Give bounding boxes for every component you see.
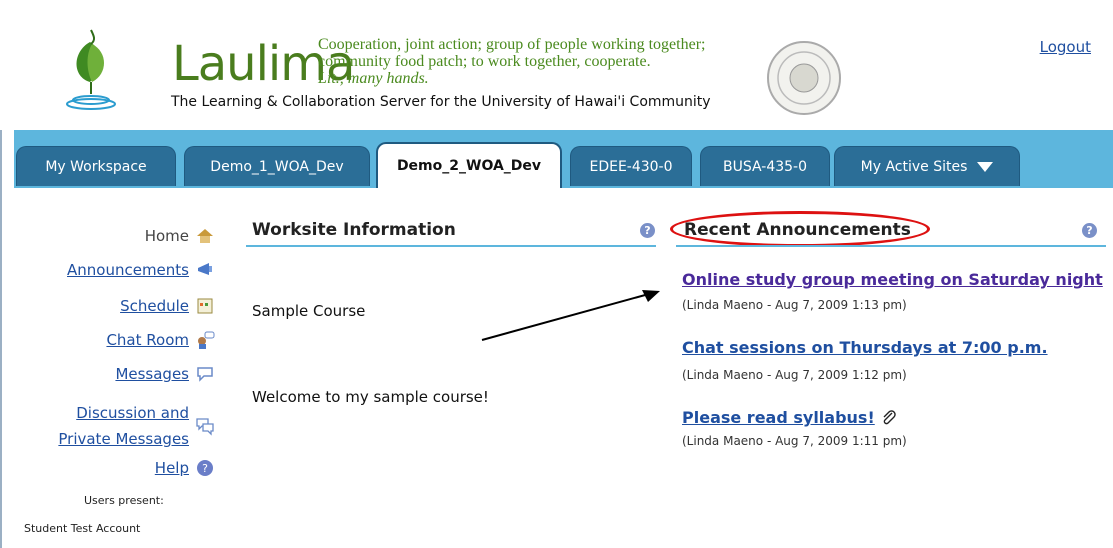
- speech-bubble-icon: [197, 367, 213, 382]
- announcement-link[interactable]: Online study group meeting on Saturday n…: [682, 270, 1103, 289]
- nav-messages-link[interactable]: Messages: [115, 365, 189, 383]
- home-icon: [197, 229, 213, 243]
- paperclip-icon: [883, 409, 896, 424]
- dropdown-caret-icon: [977, 161, 994, 172]
- announcement-meta: (Linda Maeno - Aug 7, 2009 1:13 pm): [682, 298, 907, 312]
- tab-demo-1[interactable]: Demo_1_WOA_Dev: [184, 146, 370, 186]
- tab-label: Demo_2_WOA_Dev: [396, 158, 542, 174]
- nav-announcements[interactable]: Announcements: [0, 260, 215, 280]
- nav-home-label: Home: [144, 227, 189, 245]
- tab-my-active-sites[interactable]: My Active Sites: [834, 146, 1020, 186]
- announcement-link[interactable]: Please read syllabus!: [682, 408, 875, 427]
- site-tab-bar: My Workspace Demo_1_WOA_Dev Demo_2_WOA_D…: [14, 130, 1113, 188]
- tagline-line-1: Cooperation, joint action; group of peop…: [318, 36, 706, 53]
- tagline: Cooperation, joint action; group of peop…: [318, 36, 705, 87]
- nav-discussion-link-line-2[interactable]: Private Messages: [58, 430, 189, 448]
- nav-chat-room-link[interactable]: Chat Room: [106, 331, 189, 349]
- worksite-help-icon[interactable]: ?: [640, 223, 655, 238]
- announcement-meta: (Linda Maeno - Aug 7, 2009 1:12 pm): [682, 368, 907, 382]
- nav-discussion-link-line-1[interactable]: Discussion and: [76, 404, 189, 422]
- tab-edee-430[interactable]: EDEE-430-0: [570, 146, 692, 186]
- announcement-3-row: Please read syllabus!: [682, 408, 897, 427]
- worksite-course-name: Sample Course: [252, 302, 366, 320]
- chat-user-icon: [198, 331, 215, 349]
- nav-help-link[interactable]: Help: [155, 459, 189, 477]
- discussion-bubbles-icon: [196, 418, 214, 436]
- worksite-info-title: Worksite Information: [252, 220, 456, 240]
- nav-schedule-link[interactable]: Schedule: [120, 297, 189, 315]
- nav-chat-room[interactable]: Chat Room: [0, 330, 215, 350]
- megaphone-icon: [198, 263, 212, 275]
- users-present-name: Student Test Account: [24, 522, 141, 535]
- tagline-line-2: community food patch; to work together, …: [318, 53, 651, 70]
- site-subtitle: The Learning & Collaboration Server for …: [171, 94, 711, 110]
- tagline-line-3: Lit., many hands.: [318, 70, 429, 87]
- laulima-leaf-logo-icon: [66, 29, 116, 110]
- logout-link[interactable]: Logout: [1040, 38, 1091, 56]
- tab-my-workspace[interactable]: My Workspace: [16, 146, 176, 186]
- announcement-meta: (Linda Maeno - Aug 7, 2009 1:11 pm): [682, 434, 907, 448]
- annotation-arrow: [481, 290, 660, 341]
- university-seal-icon: [767, 41, 841, 115]
- tab-label: My Workspace: [45, 158, 147, 175]
- tab-label: EDEE-430-0: [589, 158, 673, 175]
- nav-schedule[interactable]: Schedule: [0, 296, 215, 316]
- nav-announcements-link[interactable]: Announcements: [67, 261, 189, 279]
- calendar-icon: [197, 298, 213, 314]
- announcement-link[interactable]: Chat sessions on Thursdays at 7:00 p.m.: [682, 338, 1048, 357]
- tab-label: Demo_1_WOA_Dev: [210, 158, 344, 175]
- announcements-title-rule: [676, 245, 1106, 247]
- users-present-label: Users present:: [84, 494, 164, 507]
- tab-demo-2[interactable]: Demo_2_WOA_Dev: [376, 142, 562, 188]
- nav-home[interactable]: Home: [0, 226, 215, 246]
- announcements-help-icon[interactable]: ?: [1082, 223, 1097, 238]
- annotation-circle: [670, 211, 930, 247]
- nav-discussion[interactable]: Discussion and Private Messages: [0, 400, 215, 452]
- site-header: Laulima Cooperation, joint action; group…: [0, 0, 1113, 130]
- svg-text:?: ?: [202, 462, 208, 475]
- tab-label: My Active Sites: [860, 158, 968, 175]
- worksite-welcome-text: Welcome to my sample course!: [252, 388, 489, 406]
- nav-messages[interactable]: Messages: [0, 364, 215, 384]
- help-icon: ?: [197, 460, 213, 476]
- tab-label: BUSA-435-0: [723, 158, 807, 175]
- tab-busa-435[interactable]: BUSA-435-0: [700, 146, 830, 186]
- nav-help[interactable]: Help ?: [0, 458, 215, 478]
- worksite-title-rule: [246, 245, 656, 247]
